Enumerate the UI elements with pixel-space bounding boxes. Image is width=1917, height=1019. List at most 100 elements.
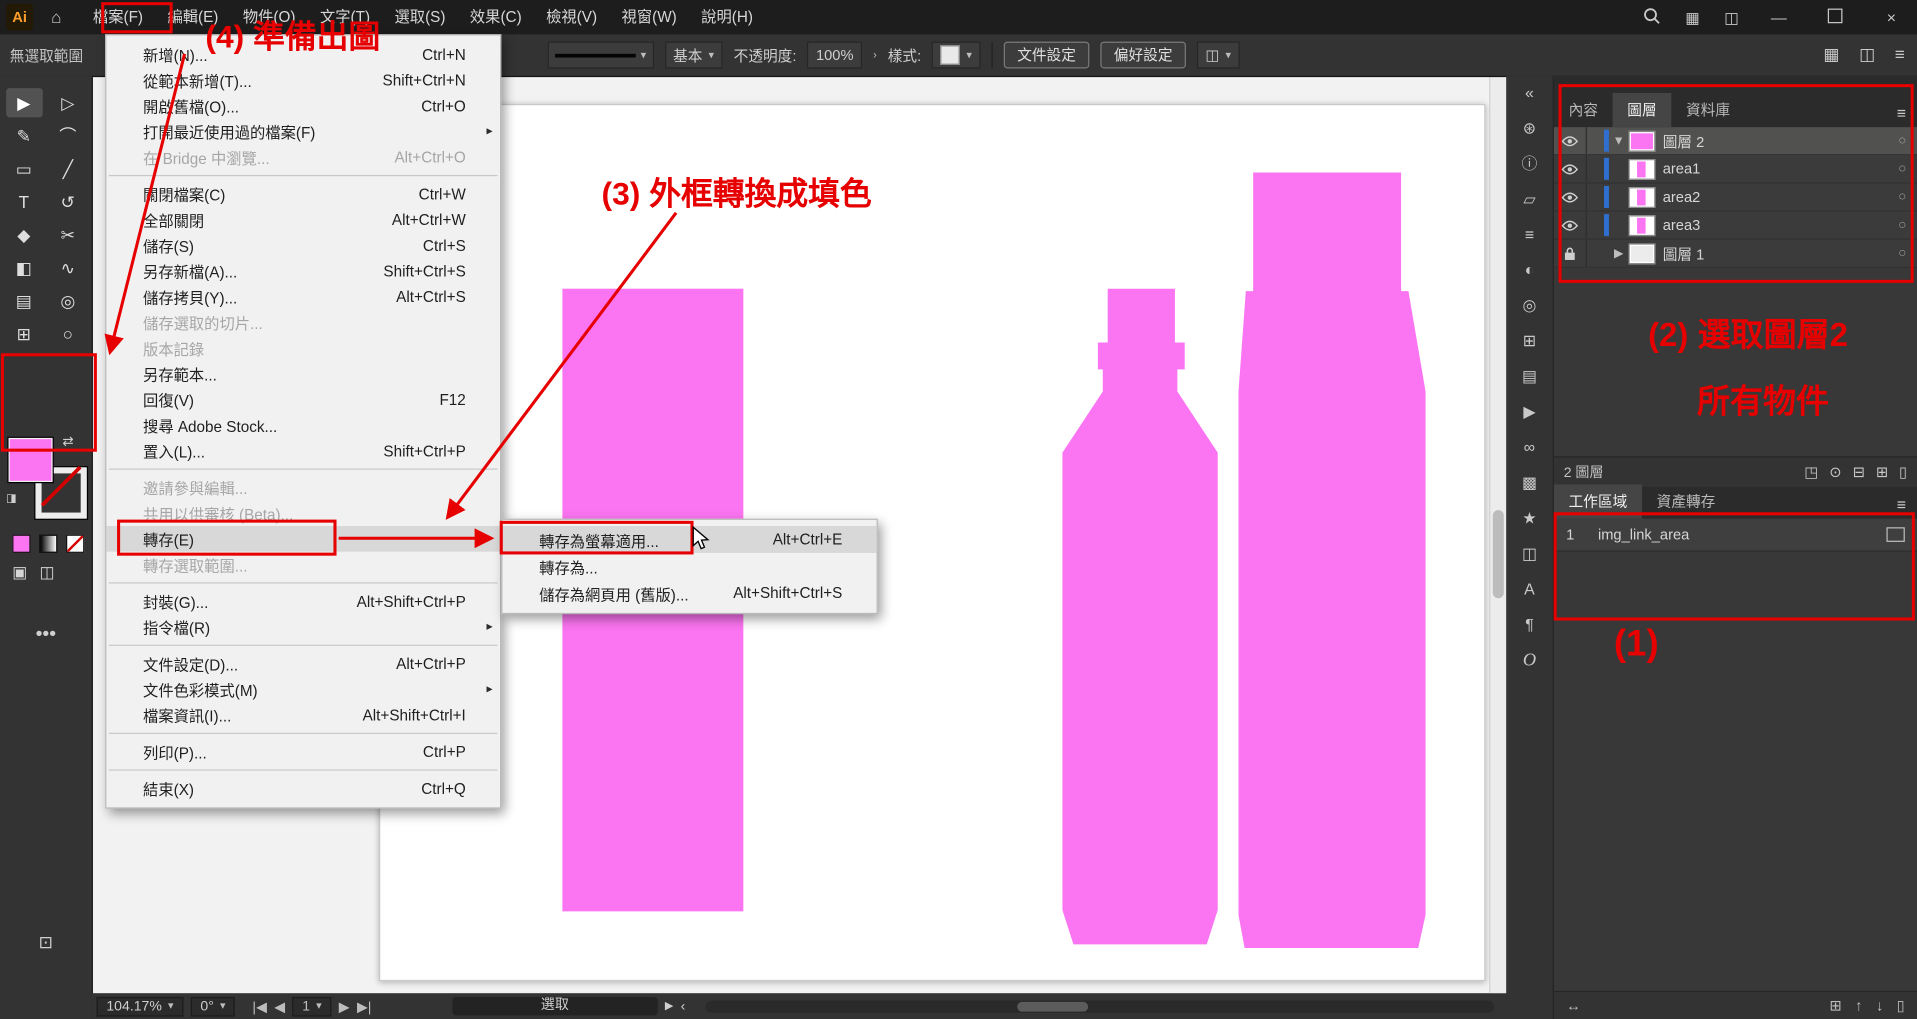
draw-normal-icon[interactable]: ▣ (12, 563, 27, 583)
swap-fill-stroke-icon[interactable]: ⇄ (62, 433, 73, 449)
type-tool[interactable]: T (6, 187, 43, 216)
pattern-icon[interactable]: ▩ (1522, 473, 1537, 493)
opacity-chevron-icon[interactable]: › (873, 49, 877, 61)
file-menu-item[interactable]: 封裝(G)... Alt+Shift+Ctrl+P (106, 588, 500, 614)
curvature-tool[interactable]: ⌒ (50, 121, 87, 150)
menu-effect[interactable]: 效果(C) (458, 0, 534, 34)
color-icon[interactable]: ◐ (1525, 261, 1535, 281)
menu-file[interactable]: 檔案(F) (81, 0, 156, 34)
preferences-button[interactable]: 偏好設定 (1100, 42, 1186, 69)
next-artboard-icon[interactable]: ▶ (339, 998, 350, 1015)
artboard-select-dropdown[interactable]: 1 ▾ (292, 996, 331, 1016)
selection-tool[interactable]: ▶ (6, 88, 43, 117)
lock-icon[interactable] (1554, 240, 1587, 267)
stroke-profile-dropdown[interactable]: ▾ (548, 42, 654, 69)
gradient-tool[interactable]: ◎ (50, 286, 87, 315)
locate-object-icon[interactable]: ⊙ (1829, 464, 1841, 481)
submenu-item[interactable]: 轉存為... (502, 553, 876, 580)
menu-type[interactable]: 文字(T) (308, 0, 383, 34)
visibility-eye-icon[interactable] (1554, 183, 1587, 210)
shape-builder-tool[interactable]: ◆ (6, 220, 43, 249)
visibility-eye-icon[interactable] (1554, 127, 1587, 154)
file-menu-item[interactable]: 儲存(S) Ctrl+S (106, 232, 500, 258)
file-menu-item[interactable]: 另存範本... (106, 361, 500, 387)
align-panel-icon[interactable]: ▦ (1823, 44, 1839, 65)
file-menu-item[interactable]: 從範本新增(T)... Shift+Ctrl+N (106, 67, 500, 93)
info-icon[interactable]: ⓘ (1522, 154, 1538, 174)
vertical-scrollbar-thumb[interactable] (1493, 510, 1504, 598)
layer-row-area2[interactable]: area2 ○ (1554, 183, 1917, 211)
file-menu-item[interactable]: 開啟舊檔(O)... Ctrl+O (106, 93, 500, 119)
zoom-dropdown[interactable]: 104.17% ▾ (97, 996, 184, 1016)
clipping-mask-icon[interactable]: ◳ (1804, 464, 1818, 481)
opacity-dropdown[interactable]: 100% (807, 42, 862, 69)
vertical-scrollbar[interactable] (1489, 76, 1506, 993)
file-menu-item[interactable]: 關閉檔案(C) Ctrl+W (106, 181, 500, 207)
direct-selection-tool[interactable]: ▷ (50, 88, 87, 117)
new-sublayer-icon[interactable]: ⊟ (1853, 464, 1865, 481)
first-artboard-icon[interactable]: |◀ (252, 998, 266, 1015)
swatches-icon[interactable]: ⊞ (1523, 332, 1536, 352)
submenu-item[interactable]: 儲存為網頁用 (舊版)... Alt+Shift+Ctrl+S (502, 580, 876, 607)
character-icon[interactable]: A (1524, 580, 1535, 600)
file-menu-item[interactable]: 回復(V) F12 (106, 387, 500, 413)
menu-object[interactable]: 物件(O) (231, 0, 308, 34)
horizontal-scrollbar[interactable] (705, 1000, 1494, 1012)
scissors-tool[interactable]: ✂ (50, 220, 87, 249)
collapse-panels-icon[interactable]: « (1525, 83, 1534, 103)
tab-asset-export[interactable]: 資產轉存 (1642, 484, 1730, 518)
collapsed-caret-icon[interactable]: ▶ (1609, 246, 1629, 259)
visibility-eye-icon[interactable] (1554, 212, 1587, 239)
rotation-dropdown[interactable]: 0° ▾ (191, 996, 236, 1016)
current-tool-indicator[interactable]: 選取 (452, 997, 657, 1015)
layer-row-layer1[interactable]: ▶ 圖層 1 ○ (1554, 240, 1917, 268)
tab-properties[interactable]: 內容 (1554, 93, 1613, 127)
arrange-documents-icon[interactable]: ▦ (1685, 8, 1699, 26)
pen-tool[interactable]: ✎ (6, 121, 43, 150)
bottle-shape-2[interactable] (1238, 172, 1425, 948)
file-menu-item[interactable]: 文件設定(D)... Alt+Ctrl+P (106, 651, 500, 677)
artboard-name[interactable]: img_link_area (1598, 526, 1887, 543)
appearance-icon[interactable]: ≡ (1525, 225, 1534, 245)
edit-toolbar-dots[interactable]: ••• (0, 624, 92, 646)
default-fill-stroke-icon[interactable]: ◨ (6, 492, 16, 505)
move-up-icon[interactable]: ↑ (1855, 997, 1862, 1014)
object-name[interactable]: area1 (1663, 160, 1888, 177)
prev-artboard-icon[interactable]: ◀ (274, 998, 285, 1015)
file-menu-item[interactable]: 列印(P)... Ctrl+P (106, 739, 500, 765)
file-menu-item[interactable]: 文件色彩模式(M) ▸ (106, 676, 500, 702)
object-name[interactable]: area2 (1663, 188, 1888, 205)
layer-row-area1[interactable]: area1 ○ (1554, 155, 1917, 183)
file-menu-item[interactable]: 置入(L)... Shift+Ctrl+P (106, 438, 500, 464)
tab-artboards[interactable]: 工作區域 (1554, 484, 1642, 518)
opentype-icon[interactable]: O (1523, 651, 1536, 671)
layer-thumbnail[interactable] (1629, 243, 1656, 264)
gear-icon[interactable]: ⊛ (1523, 119, 1536, 139)
actions-icon[interactable]: ▶ (1523, 402, 1535, 422)
layer-thumbnail[interactable] (1629, 130, 1656, 151)
file-menu-item[interactable]: 新增(N)... Ctrl+N (106, 42, 500, 68)
layer-name[interactable]: 圖層 1 (1663, 243, 1888, 264)
file-menu-item[interactable]: 版本記錄 (106, 335, 500, 361)
panel-menu-icon[interactable]: ≡ (1895, 44, 1905, 65)
transform-icon[interactable]: ▱ (1523, 190, 1535, 210)
width-tool[interactable]: ∿ (50, 253, 87, 282)
delete-artboard-icon[interactable]: ▯ (1897, 997, 1905, 1014)
menu-edit[interactable]: 編輯(E) (155, 0, 230, 34)
target-circle-icon[interactable]: ○ (1888, 161, 1917, 176)
file-menu-item[interactable]: 儲存選取的切片... (106, 309, 500, 335)
object-name[interactable]: area3 (1663, 217, 1888, 234)
submenu-item[interactable]: 轉存為螢幕適用... Alt+Ctrl+E (502, 526, 876, 553)
home-icon[interactable]: ⌂ (42, 7, 71, 27)
layer-name[interactable]: 圖層 2 (1663, 130, 1888, 151)
layer-row-area3[interactable]: area3 ○ (1554, 212, 1917, 240)
tab-layers[interactable]: 圖層 (1613, 93, 1672, 127)
delete-layer-icon[interactable]: ▯ (1899, 464, 1907, 481)
bottle-shape-1[interactable] (1062, 289, 1217, 945)
brush-definition-dropdown[interactable]: 基本 ▾ (665, 42, 723, 69)
links-icon[interactable]: ∞ (1524, 438, 1535, 458)
symbols-icon[interactable]: ★ (1522, 509, 1536, 529)
color-guide-icon[interactable]: ◎ (1523, 296, 1537, 316)
object-thumbnail[interactable] (1629, 215, 1656, 236)
none-button[interactable] (66, 535, 84, 553)
